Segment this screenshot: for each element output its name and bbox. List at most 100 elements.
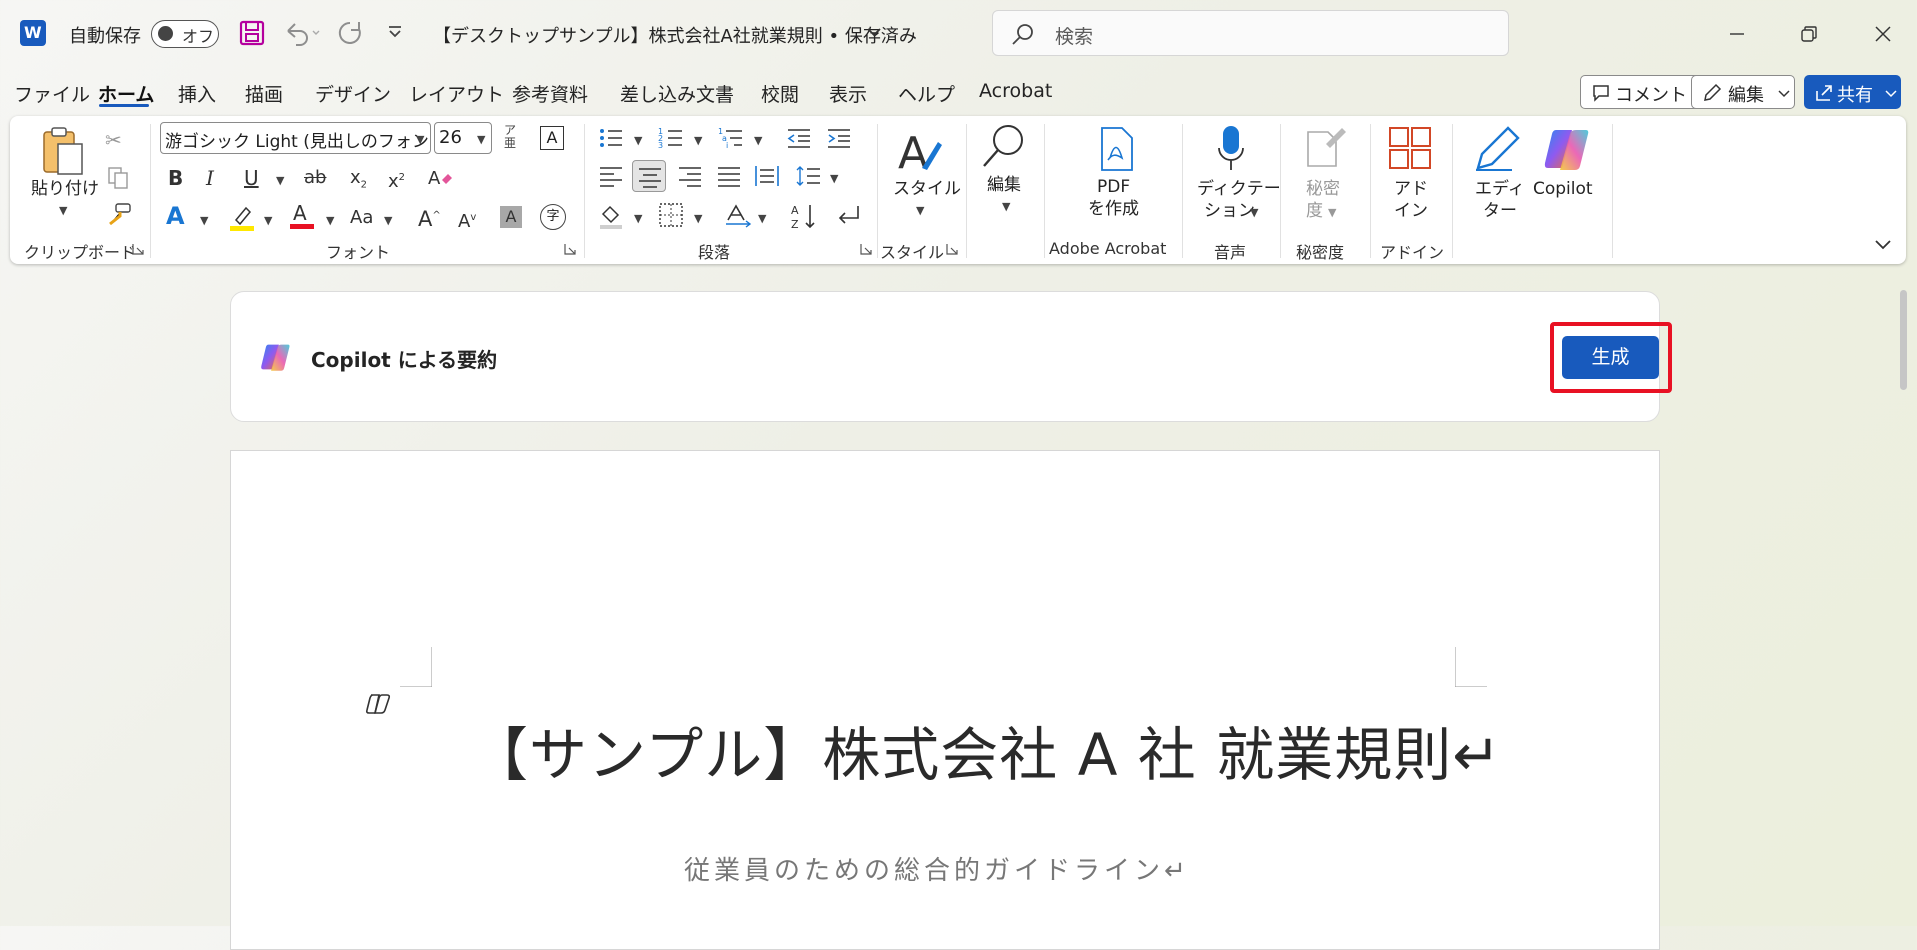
- line-spacing-icon[interactable]: [796, 164, 822, 188]
- dialog-launcher-icon[interactable]: [946, 243, 958, 255]
- undo-icon[interactable]: [282, 19, 322, 47]
- share-button[interactable]: 共有: [1804, 75, 1901, 109]
- tab-view[interactable]: 表示: [829, 80, 867, 107]
- create-pdf-icon[interactable]: [1096, 126, 1138, 172]
- addins-label-1[interactable]: アド: [1394, 178, 1428, 200]
- shading-icon[interactable]: [598, 202, 626, 230]
- tab-home[interactable]: ホーム: [98, 80, 154, 107]
- addins-label-2[interactable]: イン: [1394, 200, 1428, 222]
- save-icon[interactable]: [238, 19, 266, 47]
- character-shading-icon[interactable]: A: [500, 206, 522, 228]
- editor-icon[interactable]: [1472, 124, 1522, 174]
- minimize-icon[interactable]: [1727, 24, 1747, 44]
- sensitivity-label-1[interactable]: 秘密: [1306, 178, 1340, 200]
- chevron-down-icon[interactable]: ▼: [694, 134, 702, 147]
- tab-design[interactable]: デザイン: [315, 80, 391, 107]
- underline-icon[interactable]: U: [244, 164, 259, 192]
- vertical-scrollbar[interactable]: [1900, 290, 1907, 390]
- tab-mailings[interactable]: 差し込み文書: [620, 80, 734, 107]
- chevron-down-icon[interactable]: ▼: [1002, 200, 1010, 213]
- dialog-launcher-icon[interactable]: [564, 243, 576, 255]
- styles-label[interactable]: スタイル: [893, 178, 961, 200]
- format-painter-icon[interactable]: [106, 202, 132, 226]
- clear-formatting-icon[interactable]: A: [426, 166, 454, 192]
- bullets-icon[interactable]: [598, 126, 624, 150]
- superscript-icon[interactable]: x2: [388, 164, 405, 196]
- editor-label-1[interactable]: エディ: [1475, 178, 1525, 200]
- borders-icon[interactable]: [658, 202, 684, 228]
- tab-help[interactable]: ヘルプ: [898, 80, 955, 107]
- change-case-icon[interactable]: Aa: [350, 204, 373, 232]
- bold-icon[interactable]: B: [168, 164, 183, 192]
- italic-icon[interactable]: I: [206, 164, 214, 192]
- tab-review[interactable]: 校閲: [761, 80, 799, 107]
- chevron-down-icon[interactable]: ▼: [326, 214, 334, 227]
- chevron-down-icon[interactable]: ▼: [758, 212, 766, 225]
- tab-layout[interactable]: レイアウト: [409, 80, 504, 107]
- chevron-down-icon[interactable]: ▼: [830, 172, 838, 185]
- document-title[interactable]: 【デスクトップサンプル】株式会社A社就業規則 • 保存済み: [433, 22, 917, 48]
- create-pdf-label-1[interactable]: PDF: [1097, 176, 1130, 198]
- tab-insert[interactable]: 挿入: [178, 80, 216, 107]
- tab-acrobat[interactable]: Acrobat: [979, 80, 1052, 102]
- paste-label[interactable]: 貼り付け: [31, 178, 99, 200]
- tab-file[interactable]: ファイル: [14, 80, 90, 107]
- customize-toolbar-icon[interactable]: [386, 23, 404, 41]
- edit-mode-button[interactable]: 編集: [1691, 75, 1795, 109]
- styles-icon[interactable]: A: [896, 124, 946, 178]
- document-subtitle-text[interactable]: 従業員のための総合的ガイドライン↵: [684, 850, 1190, 887]
- show-paragraph-marks-icon[interactable]: [834, 204, 862, 228]
- chevron-down-icon[interactable]: ▼: [754, 134, 762, 147]
- decrease-indent-icon[interactable]: [786, 126, 812, 150]
- chevron-down-icon[interactable]: ▼: [384, 214, 392, 227]
- collapse-ribbon-icon[interactable]: [1874, 238, 1892, 252]
- character-border-icon[interactable]: A: [540, 126, 564, 150]
- redo-icon[interactable]: [336, 19, 364, 47]
- numbering-icon[interactable]: 123: [658, 126, 684, 150]
- distributed-icon[interactable]: [754, 164, 780, 188]
- cut-icon[interactable]: ✂: [105, 126, 122, 154]
- chevron-down-icon[interactable]: ▼: [1250, 206, 1258, 219]
- chevron-down-icon[interactable]: ▼: [1328, 206, 1336, 219]
- text-direction-icon[interactable]: [724, 202, 754, 228]
- chevron-down-icon[interactable]: [866, 26, 882, 38]
- addins-icon[interactable]: [1388, 126, 1432, 172]
- editor-label-2[interactable]: ター: [1483, 200, 1517, 222]
- shrink-font-icon[interactable]: Av: [458, 204, 476, 236]
- generate-button[interactable]: 生成: [1562, 336, 1659, 379]
- chevron-down-icon[interactable]: ▼: [634, 134, 642, 147]
- word-icon[interactable]: W: [20, 20, 46, 46]
- highlight-icon[interactable]: [228, 202, 256, 232]
- font-size-select[interactable]: 26 ▼: [434, 122, 492, 154]
- document-title-text[interactable]: 【サンプル】株式会社 A 社 就業規則↵: [470, 708, 1502, 792]
- copilot-label[interactable]: Copilot: [1533, 178, 1593, 200]
- font-color-icon[interactable]: A: [288, 200, 316, 230]
- chevron-down-icon[interactable]: ▼: [276, 174, 284, 187]
- sort-icon[interactable]: AZ: [790, 202, 818, 230]
- autosave-toggle[interactable]: オフ: [151, 20, 219, 48]
- justify-icon[interactable]: [716, 164, 742, 188]
- microphone-icon[interactable]: [1216, 124, 1246, 174]
- tab-references[interactable]: 参考資料: [512, 80, 588, 107]
- tab-draw[interactable]: 描画: [245, 80, 283, 107]
- increase-indent-icon[interactable]: [826, 126, 852, 150]
- copilot-icon[interactable]: [1542, 126, 1590, 172]
- create-pdf-label-2[interactable]: を作成: [1088, 198, 1139, 220]
- align-center-button[interactable]: [632, 160, 666, 192]
- paste-chevron-icon[interactable]: ▼: [59, 204, 67, 217]
- dialog-launcher-icon[interactable]: [132, 243, 144, 255]
- enclose-characters-icon[interactable]: 字: [540, 204, 566, 230]
- align-left-icon[interactable]: [598, 164, 624, 188]
- dialog-launcher-icon[interactable]: [860, 243, 872, 255]
- dictate-label-2[interactable]: ション: [1204, 200, 1255, 222]
- chevron-down-icon[interactable]: ▼: [694, 212, 702, 225]
- phonetic-guide-icon[interactable]: ア亜: [504, 124, 516, 150]
- paste-icon[interactable]: [40, 126, 86, 178]
- chevron-down-icon[interactable]: ▼: [916, 204, 924, 217]
- edit-label[interactable]: 編集: [987, 174, 1021, 196]
- chevron-down-icon[interactable]: ▼: [264, 214, 272, 227]
- copilot-inline-icon[interactable]: [365, 692, 391, 716]
- chevron-down-icon[interactable]: ▼: [634, 212, 642, 225]
- sensitivity-label-2[interactable]: 度: [1306, 200, 1323, 222]
- sensitivity-icon[interactable]: [1304, 124, 1348, 170]
